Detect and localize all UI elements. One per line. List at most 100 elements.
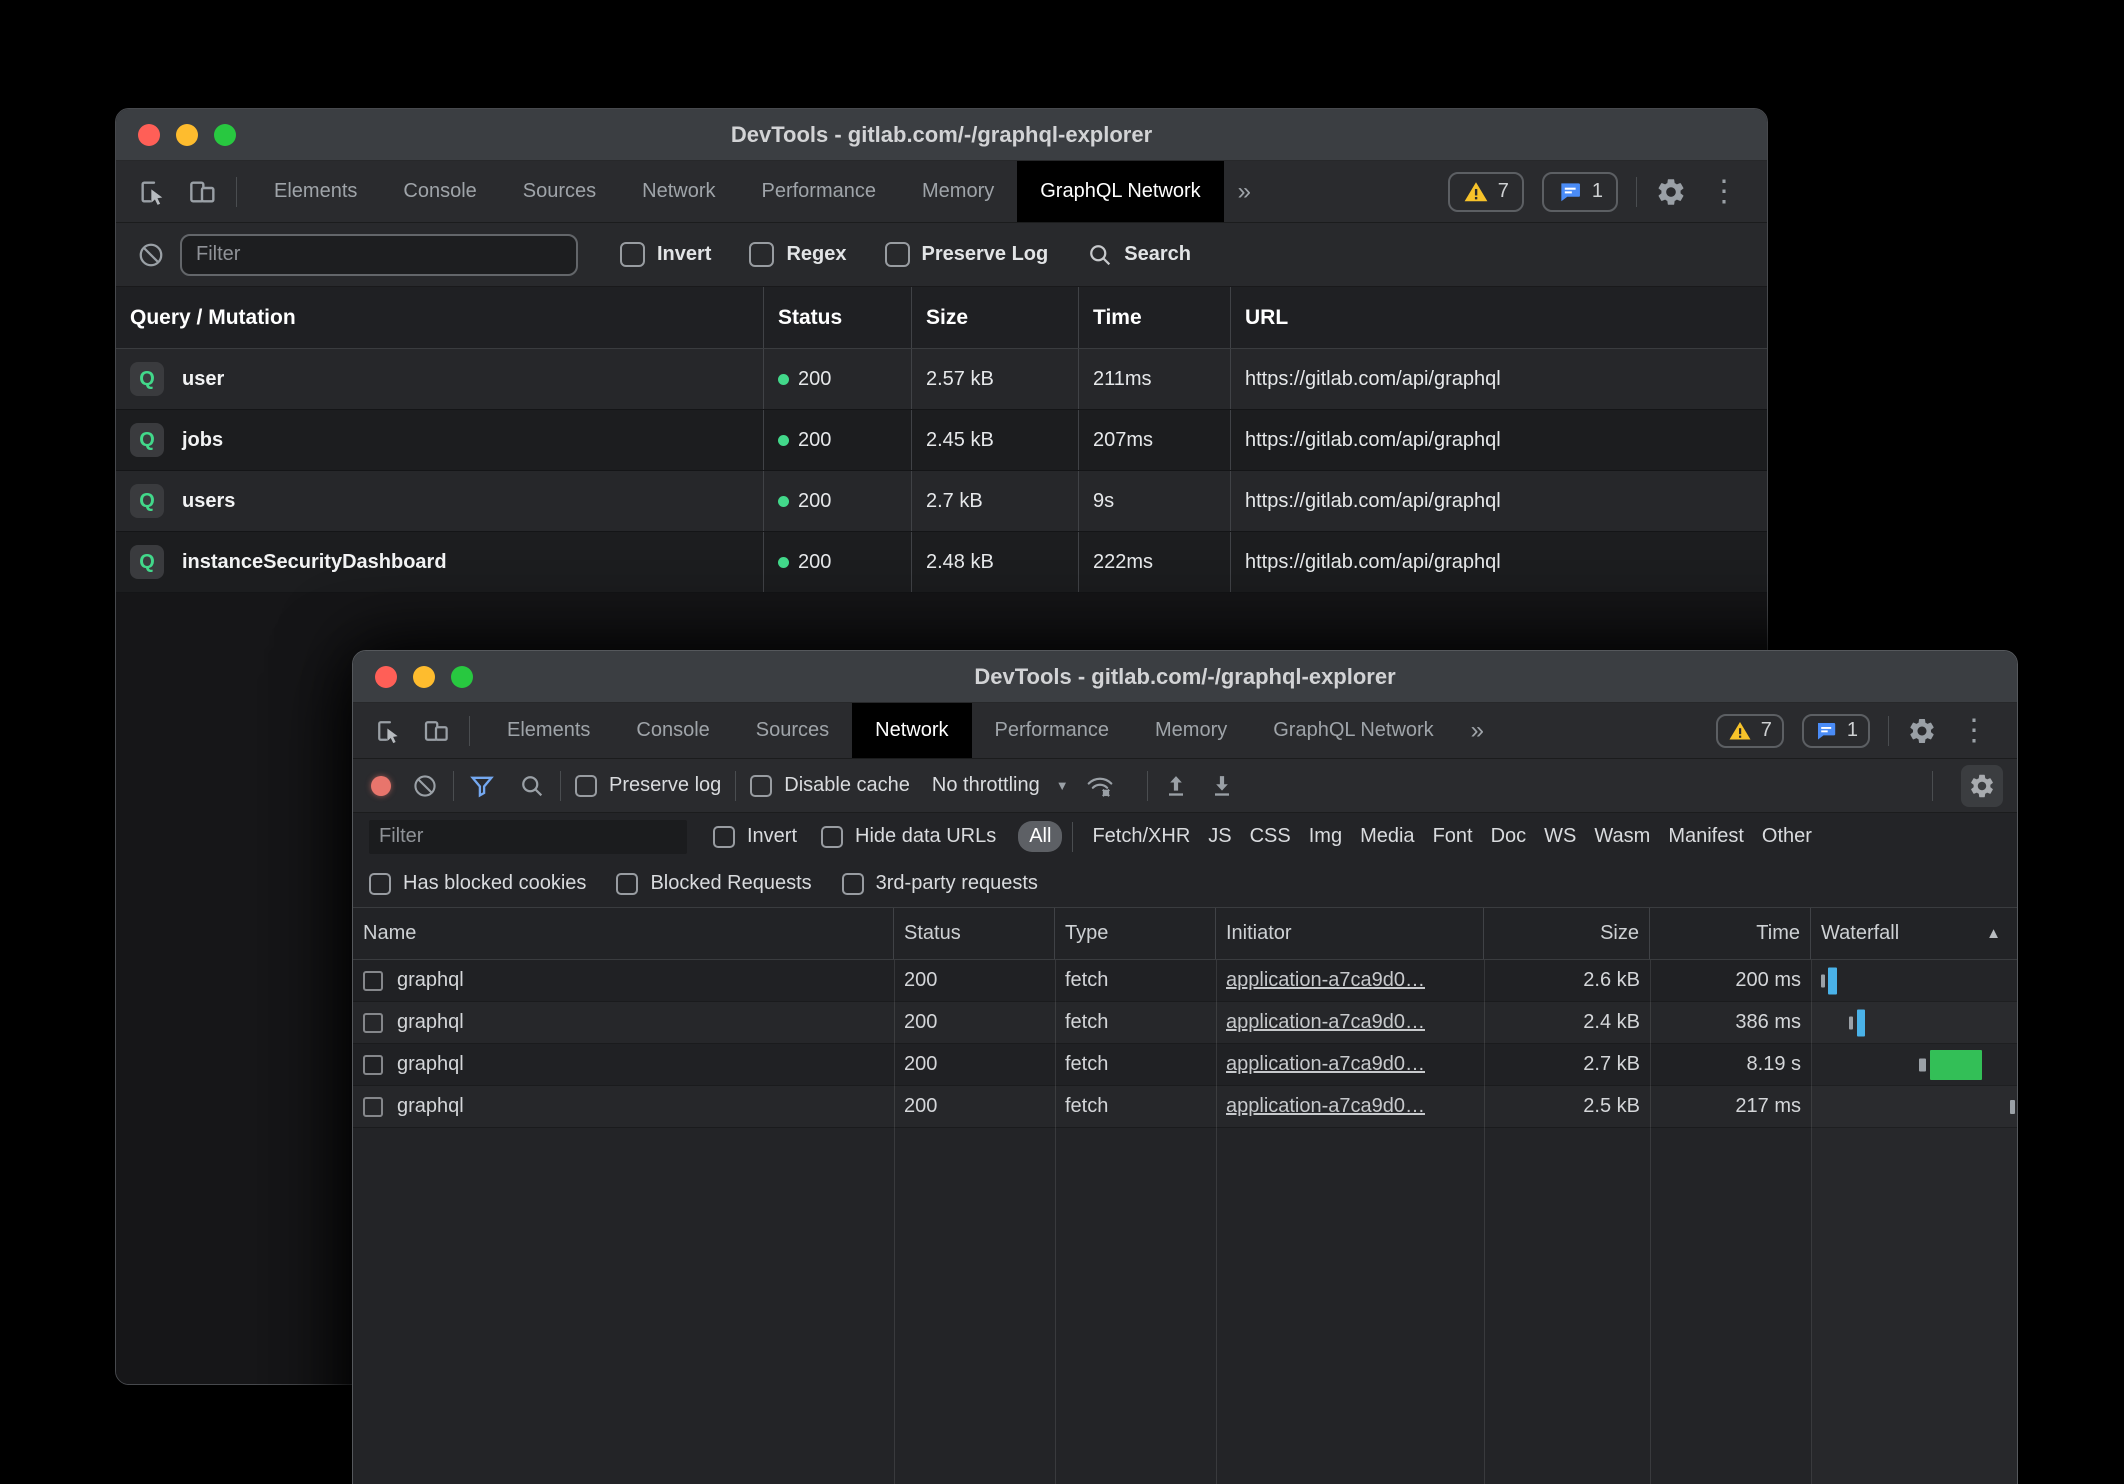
minimize-button[interactable] [413, 666, 435, 688]
filter-input[interactable] [369, 820, 687, 854]
third-party-requests-checkbox[interactable] [842, 873, 864, 895]
export-har-icon[interactable] [1208, 772, 1236, 800]
maximize-button[interactable] [451, 666, 473, 688]
filter-type-all[interactable]: All [1018, 821, 1062, 852]
warnings-badge[interactable]: 7 [1716, 714, 1784, 748]
row-checkbox[interactable] [363, 1055, 383, 1075]
filter-input[interactable] [180, 234, 578, 276]
filter-type-wasm[interactable]: Wasm [1585, 825, 1659, 848]
tab-sources[interactable]: Sources [500, 161, 619, 222]
inspect-icon[interactable] [136, 176, 168, 208]
column-query-mutation[interactable]: Query / Mutation [116, 287, 764, 348]
invert-checkbox[interactable] [620, 242, 645, 267]
kebab-menu-icon[interactable]: ⋮ [1955, 716, 1993, 746]
tab-network[interactable]: Network [852, 703, 971, 758]
filter-type-js[interactable]: JS [1199, 825, 1240, 848]
search-button[interactable]: Search [1086, 241, 1191, 269]
table-row[interactable]: Quser 200 2.57 kB 211ms https://gitlab.c… [116, 349, 1767, 410]
block-icon[interactable] [136, 240, 166, 270]
import-har-icon[interactable] [1162, 772, 1190, 800]
network-settings-gear-icon[interactable] [1961, 765, 2003, 807]
record-icon[interactable] [371, 776, 391, 796]
initiator-link[interactable]: application-a7ca9d0… [1226, 1053, 1425, 1076]
table-row[interactable]: graphql 200 fetch application-a7ca9d0… 2… [353, 1002, 2017, 1044]
issues-badge[interactable]: 1 [1802, 714, 1870, 748]
table-row[interactable]: Qjobs 200 2.45 kB 207ms https://gitlab.c… [116, 410, 1767, 471]
preserve-log-checkbox[interactable] [575, 775, 597, 797]
column-type[interactable]: Type [1055, 908, 1216, 959]
column-status[interactable]: Status [894, 908, 1055, 959]
tab-graphql-network[interactable]: GraphQL Network [1017, 161, 1223, 222]
tab-performance[interactable]: Performance [739, 161, 900, 222]
more-tabs-icon[interactable]: » [1224, 161, 1265, 222]
tab-performance[interactable]: Performance [972, 703, 1133, 758]
has-blocked-cookies-checkbox[interactable] [369, 873, 391, 895]
filter-type-font[interactable]: Font [1424, 825, 1482, 848]
minimize-button[interactable] [176, 124, 198, 146]
table-row[interactable]: graphql 200 fetch application-a7ca9d0… 2… [353, 1044, 2017, 1086]
column-time[interactable]: Time [1079, 287, 1231, 348]
filter-type-other[interactable]: Other [1753, 825, 1821, 848]
filter-funnel-icon[interactable] [468, 772, 496, 800]
tab-graphql-network[interactable]: GraphQL Network [1250, 703, 1456, 758]
row-checkbox[interactable] [363, 1097, 383, 1117]
waterfall-mark [2010, 1100, 2015, 1114]
close-button[interactable] [375, 666, 397, 688]
filter-type-fetch-xhr[interactable]: Fetch/XHR [1083, 825, 1199, 848]
tab-elements[interactable]: Elements [484, 703, 613, 758]
invert-checkbox[interactable] [713, 826, 735, 848]
filter-type-img[interactable]: Img [1300, 825, 1351, 848]
more-tabs-icon[interactable]: » [1457, 703, 1498, 758]
filter-type-ws[interactable]: WS [1535, 825, 1585, 848]
column-name[interactable]: Name [353, 908, 894, 959]
filter-type-doc[interactable]: Doc [1482, 825, 1536, 848]
column-url[interactable]: URL [1231, 287, 1767, 348]
column-initiator[interactable]: Initiator [1216, 908, 1484, 959]
column-size[interactable]: Size [912, 287, 1079, 348]
table-row[interactable]: QinstanceSecurityDashboard 200 2.48 kB 2… [116, 532, 1767, 593]
row-checkbox[interactable] [363, 971, 383, 991]
gear-icon[interactable] [1655, 176, 1687, 208]
disable-cache-checkbox[interactable] [750, 775, 772, 797]
initiator-link[interactable]: application-a7ca9d0… [1226, 1011, 1425, 1034]
issues-badge[interactable]: 1 [1542, 172, 1618, 212]
column-status[interactable]: Status [764, 287, 912, 348]
column-size[interactable]: Size [1484, 908, 1650, 959]
maximize-button[interactable] [214, 124, 236, 146]
blocked-requests-checkbox[interactable] [616, 873, 638, 895]
title-bar[interactable]: DevTools - gitlab.com/-/graphql-explorer [353, 651, 2017, 703]
hide-data-urls-checkbox[interactable] [821, 826, 843, 848]
initiator-link[interactable]: application-a7ca9d0… [1226, 1095, 1425, 1118]
filter-type-manifest[interactable]: Manifest [1659, 825, 1753, 848]
device-toolbar-icon[interactable] [421, 716, 451, 746]
row-checkbox[interactable] [363, 1013, 383, 1033]
tab-memory[interactable]: Memory [899, 161, 1017, 222]
initiator-link[interactable]: application-a7ca9d0… [1226, 969, 1425, 992]
gear-icon[interactable] [1907, 716, 1937, 746]
network-conditions-icon[interactable] [1085, 771, 1115, 801]
table-row[interactable]: graphql 200 fetch application-a7ca9d0… 2… [353, 960, 2017, 1002]
column-time[interactable]: Time [1650, 908, 1811, 959]
column-waterfall[interactable]: Waterfall▲ [1811, 908, 2017, 959]
clear-icon[interactable] [411, 772, 439, 800]
throttling-select[interactable]: No throttling ▼ [932, 774, 1075, 797]
tab-sources[interactable]: Sources [733, 703, 852, 758]
tab-network[interactable]: Network [619, 161, 738, 222]
table-row[interactable]: Qusers 200 2.7 kB 9s https://gitlab.com/… [116, 471, 1767, 532]
filter-type-css[interactable]: CSS [1241, 825, 1300, 848]
tab-memory[interactable]: Memory [1132, 703, 1250, 758]
device-toolbar-icon[interactable] [186, 176, 218, 208]
close-button[interactable] [138, 124, 160, 146]
filter-type-media[interactable]: Media [1351, 825, 1423, 848]
title-bar[interactable]: DevTools - gitlab.com/-/graphql-explorer [116, 109, 1767, 161]
inspect-icon[interactable] [373, 716, 403, 746]
tab-console[interactable]: Console [380, 161, 499, 222]
warnings-badge[interactable]: 7 [1448, 172, 1524, 212]
regex-checkbox[interactable] [749, 242, 774, 267]
preserve-log-checkbox[interactable] [885, 242, 910, 267]
search-icon[interactable] [518, 772, 546, 800]
tab-elements[interactable]: Elements [251, 161, 380, 222]
kebab-menu-icon[interactable]: ⋮ [1705, 177, 1743, 207]
table-row[interactable]: graphql 200 fetch application-a7ca9d0… 2… [353, 1086, 2017, 1128]
tab-console[interactable]: Console [613, 703, 732, 758]
